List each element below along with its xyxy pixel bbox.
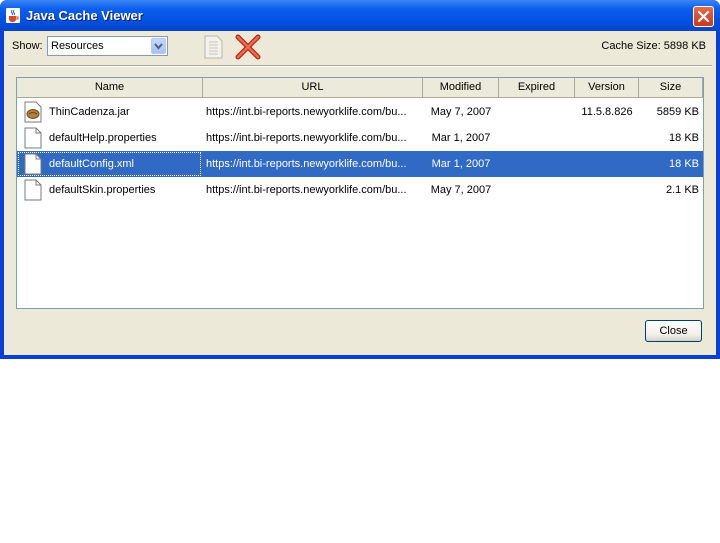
cell-version xyxy=(575,125,639,151)
close-button[interactable]: Close xyxy=(645,320,702,342)
cell-modified: May 7, 2007 xyxy=(430,106,492,118)
cell-expired xyxy=(499,177,575,203)
document-icon xyxy=(24,153,42,175)
cell-name: defaultConfig.xml xyxy=(49,158,134,170)
cache-table[interactable]: Name URL Modified Expired Version Size T… xyxy=(16,77,704,309)
java-coffee-cup-icon xyxy=(6,8,20,23)
title-bar[interactable]: Java Cache Viewer xyxy=(0,0,720,31)
jar-file-icon xyxy=(24,101,42,123)
show-label: Show: xyxy=(12,40,43,52)
table-row[interactable]: defaultSkin.properties https://int.bi-re… xyxy=(17,177,703,203)
dialog-client-area: Show: Resources Cache Size: 5898 KB Name xyxy=(4,31,716,355)
cell-version xyxy=(575,151,639,177)
cell-modified: May 7, 2007 xyxy=(430,184,492,196)
cell-version: 11.5.8.826 xyxy=(581,106,633,118)
cell-name: ThinCadenza.jar xyxy=(49,106,130,118)
document-icon xyxy=(24,179,42,201)
cache-size-value: 5898 KB xyxy=(663,40,706,52)
cell-expired xyxy=(499,151,575,177)
column-header-url[interactable]: URL xyxy=(203,78,423,98)
show-dropdown[interactable]: Resources xyxy=(47,36,168,56)
cell-size: 5859 KB xyxy=(656,106,699,118)
document-icon xyxy=(24,127,42,149)
show-dropdown-value: Resources xyxy=(51,40,104,52)
table-row-selected[interactable]: defaultConfig.xml https://int.bi-reports… xyxy=(17,151,703,177)
table-header: Name URL Modified Expired Version Size xyxy=(17,78,703,99)
cell-url: https://int.bi-reports.newyorklife.com/b… xyxy=(206,132,407,144)
cell-size: 2.1 KB xyxy=(665,184,699,196)
column-header-expired[interactable]: Expired xyxy=(499,78,575,98)
window-title: Java Cache Viewer xyxy=(26,8,143,23)
cell-name: defaultHelp.properties xyxy=(49,132,157,144)
cell-modified: Mar 1, 2007 xyxy=(431,158,491,170)
cache-size-readout: Cache Size: 5898 KB xyxy=(601,40,706,52)
table-row[interactable]: defaultHelp.properties https://int.bi-re… xyxy=(17,125,703,151)
cell-expired xyxy=(499,125,575,151)
cell-modified: Mar 1, 2007 xyxy=(431,132,491,144)
delete-entry-icon[interactable] xyxy=(234,34,262,60)
table-row[interactable]: ThinCadenza.jar https://int.bi-reports.n… xyxy=(17,99,703,125)
cell-version xyxy=(575,177,639,203)
cell-url: https://int.bi-reports.newyorklife.com/b… xyxy=(206,184,407,196)
cell-size: 18 KB xyxy=(669,132,699,144)
java-cache-viewer-window: Java Cache Viewer Show: Resources Cache … xyxy=(0,0,720,359)
cell-expired xyxy=(499,99,575,125)
cell-name: defaultSkin.properties xyxy=(49,184,156,196)
cell-size: 18 KB xyxy=(669,158,699,170)
show-entry-document-icon[interactable] xyxy=(202,34,224,60)
cache-size-label: Cache Size: xyxy=(601,40,661,52)
toolbar-divider xyxy=(8,65,712,67)
window-close-button[interactable] xyxy=(693,6,714,27)
column-header-modified[interactable]: Modified xyxy=(423,78,499,98)
dropdown-arrow-button[interactable] xyxy=(151,38,166,54)
close-icon xyxy=(697,10,710,23)
cell-url: https://int.bi-reports.newyorklife.com/b… xyxy=(206,158,407,170)
cell-url: https://int.bi-reports.newyorklife.com/b… xyxy=(206,106,407,118)
chevron-down-icon xyxy=(154,43,163,50)
column-header-name[interactable]: Name xyxy=(17,78,203,98)
column-header-size[interactable]: Size xyxy=(639,78,703,98)
column-header-version[interactable]: Version xyxy=(575,78,639,98)
